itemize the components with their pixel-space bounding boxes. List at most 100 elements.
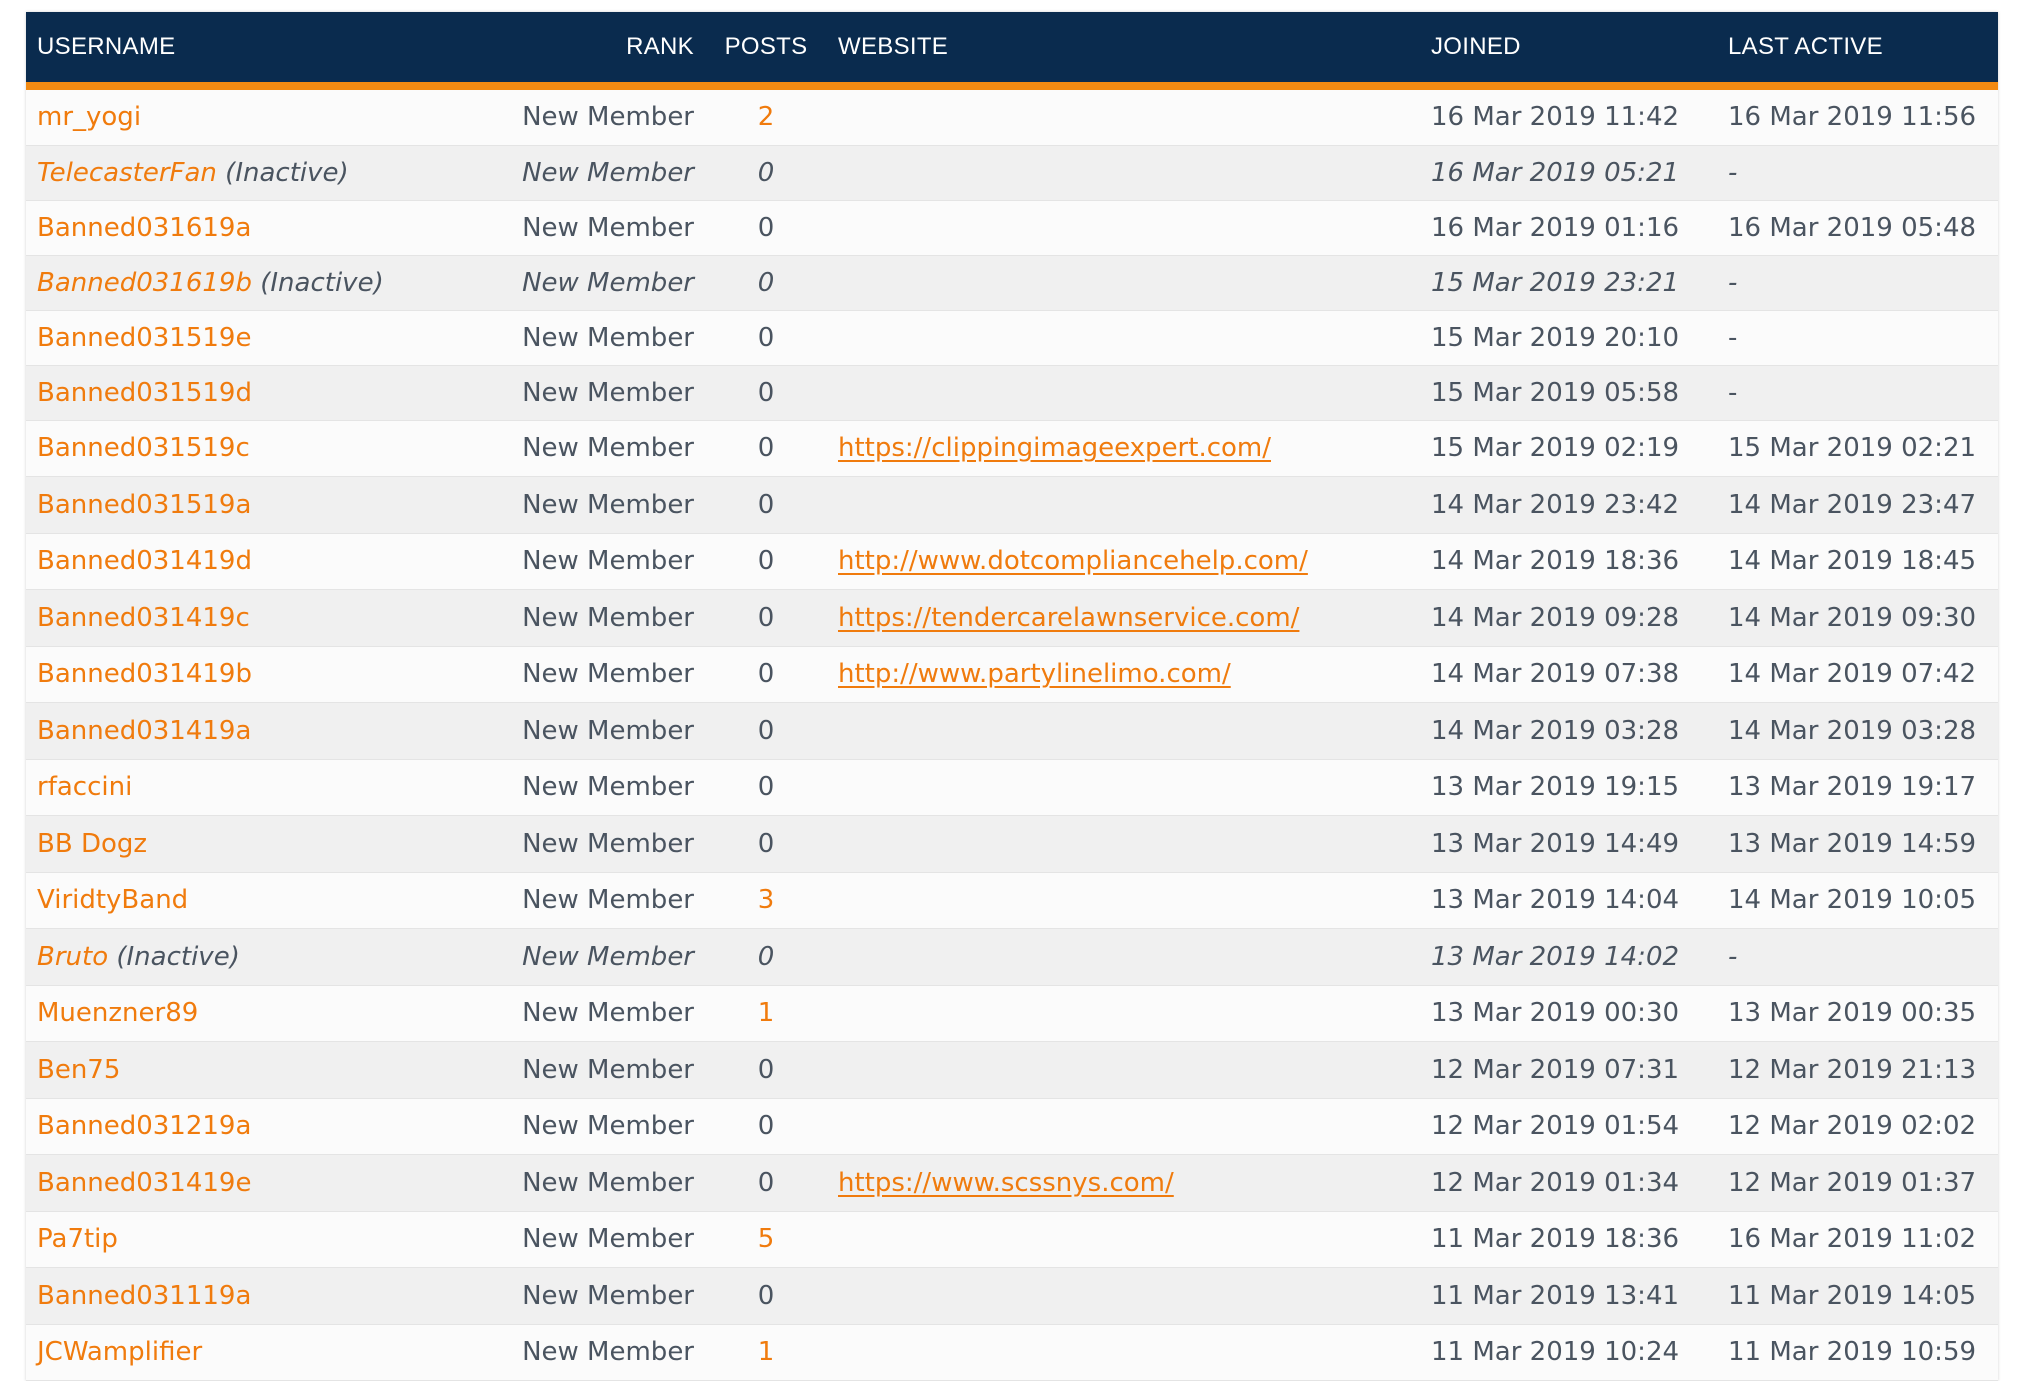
joined-cell: 12 Mar 2019 01:54 — [1420, 1098, 1717, 1155]
column-header-last-active[interactable]: LAST ACTIVE — [1717, 12, 1998, 82]
posts-count-link[interactable]: 1 — [758, 998, 775, 1028]
rank-cell: New Member — [487, 533, 705, 590]
posts-cell: 0 — [705, 589, 827, 647]
joined-cell: 14 Mar 2019 03:28 — [1420, 702, 1717, 760]
posts-cell: 1 — [705, 1324, 827, 1381]
member-row: ViridtyBand New Member 3 13 Mar 2019 14:04 1… — [26, 872, 1998, 929]
website-cell — [827, 90, 1420, 146]
posts-count: 0 — [757, 433, 775, 464]
username-link[interactable]: Pa7tip — [37, 1224, 118, 1254]
joined-cell: 12 Mar 2019 07:31 — [1420, 1041, 1717, 1099]
rank-cell: New Member — [487, 589, 705, 647]
posts-cell: 0 — [705, 702, 827, 760]
username-cell: Banned031519d — [26, 365, 487, 421]
rank-cell: New Member — [487, 1154, 705, 1212]
website-link[interactable]: https://clippingimageexpert.com/ — [838, 433, 1271, 463]
rank-cell: New Member — [487, 928, 705, 986]
username-link[interactable]: ViridtyBand — [37, 885, 188, 915]
posts-count: 0 — [757, 941, 775, 972]
website-cell: http://www.dotcompliancehelp.com/ — [827, 533, 1420, 590]
posts-count: 0 — [757, 212, 775, 243]
username-link[interactable]: Banned031619b — [37, 268, 252, 298]
username-link[interactable]: Banned031519c — [37, 433, 250, 463]
member-row: Banned031419b New Member 0 http://www.party… — [26, 646, 1998, 703]
website-cell: http://www.partylinelimo.com/ — [827, 646, 1420, 703]
member-row: Banned031519e New Member 0 15 Mar 2019 20:1… — [26, 310, 1998, 366]
posts-count: 0 — [757, 715, 775, 746]
website-cell: https://tendercarelawnservice.com/ — [827, 589, 1420, 647]
posts-count-link[interactable]: 2 — [758, 102, 775, 132]
posts-count: 0 — [757, 157, 775, 188]
posts-count-link[interactable]: 3 — [758, 885, 775, 915]
column-header-website[interactable]: WEBSITE — [827, 12, 1420, 82]
website-link[interactable]: http://www.partylinelimo.com/ — [838, 659, 1231, 689]
joined-cell: 12 Mar 2019 01:34 — [1420, 1154, 1717, 1212]
posts-cell: 0 — [705, 310, 827, 366]
website-link[interactable]: http://www.dotcompliancehelp.com/ — [838, 546, 1308, 576]
username-link[interactable]: Ben75 — [37, 1055, 120, 1085]
website-cell — [827, 759, 1420, 816]
posts-count-link[interactable]: 1 — [758, 1337, 775, 1367]
username-link[interactable]: Banned031419d — [37, 546, 252, 576]
posts-count-link[interactable]: 5 — [758, 1224, 775, 1254]
username-cell: Ben75 — [26, 1041, 487, 1099]
posts-cell: 0 — [705, 533, 827, 590]
username-link[interactable]: Banned031519a — [37, 490, 251, 520]
posts-cell: 2 — [705, 90, 827, 146]
website-link[interactable]: https://tendercarelawnservice.com/ — [838, 603, 1299, 633]
posts-count: 0 — [757, 602, 775, 633]
joined-cell: 16 Mar 2019 01:16 — [1420, 200, 1717, 256]
joined-cell: 15 Mar 2019 05:58 — [1420, 365, 1717, 421]
username-link[interactable]: Banned031519e — [37, 323, 251, 353]
rank-cell: New Member — [487, 365, 705, 421]
username-link[interactable]: Banned031419a — [37, 716, 251, 746]
username-link[interactable]: mr_yogi — [37, 102, 141, 132]
username-link[interactable]: Bruto — [37, 942, 108, 972]
rank-cell: New Member — [487, 1324, 705, 1381]
member-row: Banned031519d New Member 0 15 Mar 2019 05:5… — [26, 365, 1998, 421]
username-cell: ViridtyBand — [26, 872, 487, 929]
member-row: JCWamplifier New Member 1 11 Mar 2019 10:24… — [26, 1324, 1998, 1381]
username-cell: JCWamplifier — [26, 1324, 487, 1381]
rank-cell: New Member — [487, 310, 705, 366]
username-link[interactable]: Banned031119a — [37, 1281, 251, 1311]
username-link[interactable]: Banned031419c — [37, 603, 250, 633]
username-cell: Banned031519c — [26, 420, 487, 477]
inactive-label: (Inactive) — [260, 267, 384, 298]
posts-cell: 3 — [705, 872, 827, 929]
username-link[interactable]: Banned031219a — [37, 1111, 251, 1141]
username-link[interactable]: Banned031619a — [37, 213, 251, 243]
rank-cell: New Member — [487, 646, 705, 703]
joined-cell: 13 Mar 2019 19:15 — [1420, 759, 1717, 816]
username-link[interactable]: rfaccini — [37, 772, 132, 802]
username-link[interactable]: JCWamplifier — [37, 1337, 202, 1367]
username-link[interactable]: Banned031419b — [37, 659, 252, 689]
website-cell — [827, 200, 1420, 256]
column-header-posts[interactable]: POSTS — [705, 12, 827, 82]
username-link[interactable]: BB Dogz — [37, 829, 147, 859]
rank-cell: New Member — [487, 702, 705, 760]
last-active-cell: 12 Mar 2019 01:37 — [1717, 1154, 1998, 1212]
last-active-cell: 14 Mar 2019 07:42 — [1717, 646, 1998, 703]
joined-cell: 11 Mar 2019 10:24 — [1420, 1324, 1717, 1381]
username-cell: rfaccini — [26, 759, 487, 816]
username-cell: Banned031519e — [26, 310, 487, 366]
username-link[interactable]: Banned031519d — [37, 378, 252, 408]
posts-count: 0 — [757, 659, 775, 690]
member-row: BB Dogz New Member 0 13 Mar 2019 14:49 13 Ma… — [26, 815, 1998, 873]
username-link[interactable]: Banned031419e — [37, 1168, 251, 1198]
username-link[interactable]: TelecasterFan — [37, 158, 217, 188]
member-row: Pa7tip New Member 5 11 Mar 2019 18:36 16 Mar… — [26, 1211, 1998, 1268]
posts-cell: 0 — [705, 365, 827, 421]
column-header-joined[interactable]: JOINED — [1420, 12, 1717, 82]
column-header-username[interactable]: USERNAME — [26, 12, 487, 82]
website-cell — [827, 310, 1420, 366]
posts-cell: 0 — [705, 476, 827, 534]
last-active-cell: 14 Mar 2019 03:28 — [1717, 702, 1998, 760]
rank-cell: New Member — [487, 145, 705, 201]
column-header-rank[interactable]: RANK — [487, 12, 705, 82]
joined-cell: 14 Mar 2019 07:38 — [1420, 646, 1717, 703]
username-link[interactable]: Muenzner89 — [37, 998, 198, 1028]
website-link[interactable]: https://www.scssnys.com/ — [838, 1168, 1174, 1198]
posts-count: 0 — [757, 322, 775, 353]
